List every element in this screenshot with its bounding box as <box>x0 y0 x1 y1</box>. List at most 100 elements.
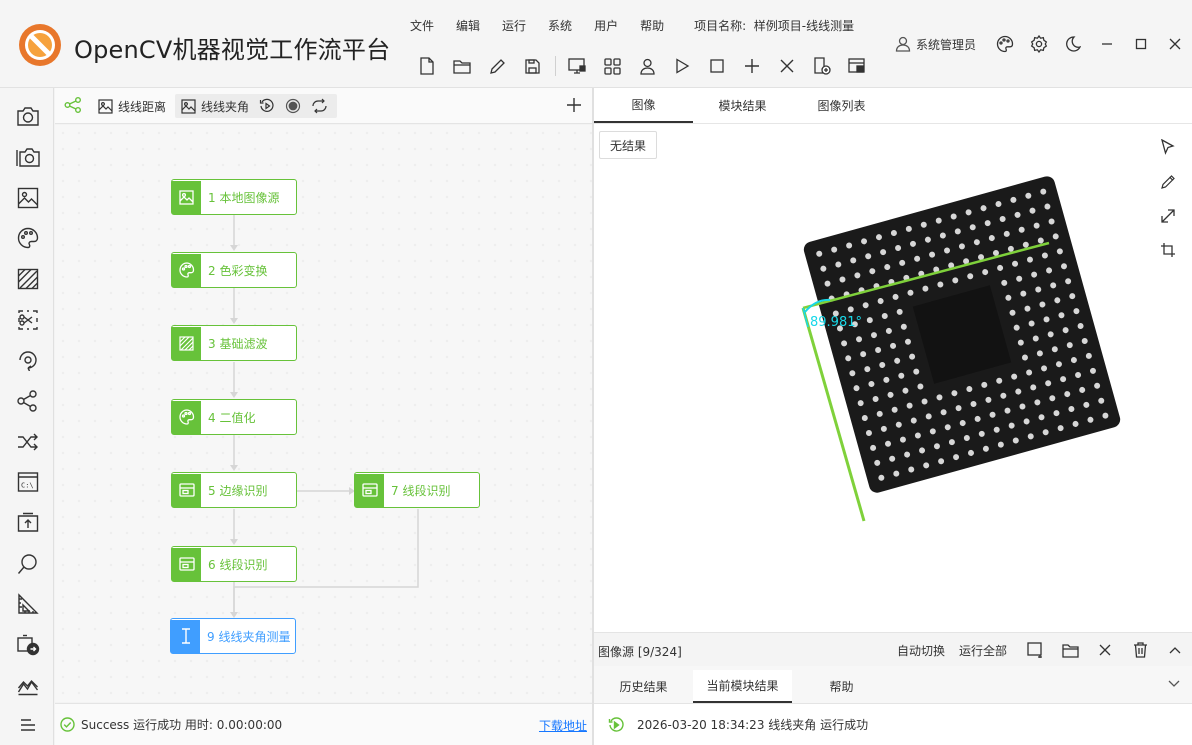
edit-icon[interactable] <box>484 53 510 79</box>
window-controls: 系统管理员 <box>895 28 1192 60</box>
flow-canvas[interactable]: 1 本地图像源 2 色彩变换 3 基础滤波 4 二值化 5 边缘识别 7 线段识… <box>55 125 593 702</box>
user-menu[interactable]: 系统管理员 <box>895 36 976 53</box>
stop-icon[interactable] <box>704 53 730 79</box>
play-icon[interactable] <box>669 53 695 79</box>
menu-run[interactable]: 运行 <box>502 17 526 34</box>
flow-node-4[interactable]: 4 二值化 <box>171 399 297 435</box>
crop-select-icon[interactable] <box>14 306 42 334</box>
tab-image[interactable]: 图像 <box>594 88 693 123</box>
palette-icon <box>172 253 201 287</box>
main-toolbar <box>414 53 878 79</box>
filter-icon[interactable] <box>14 265 42 293</box>
upload-screen-icon[interactable] <box>14 509 42 537</box>
image-actions: 自动切换 运行全部 <box>897 638 1186 662</box>
graph-nodes-icon[interactable] <box>14 387 42 415</box>
flow-node-2[interactable]: 2 色彩变换 <box>171 252 297 288</box>
menu-help[interactable]: 帮助 <box>640 17 664 34</box>
open-folder-icon[interactable] <box>1059 639 1081 661</box>
monitor-icon[interactable] <box>564 53 590 79</box>
maximize-icon[interactable] <box>1124 29 1158 59</box>
menu-edit[interactable]: 编辑 <box>456 17 480 34</box>
flow-node-7[interactable]: 7 线段识别 <box>354 472 480 508</box>
flow-statusbar: Success 运行成功 用时: 0.00:00:00 下载地址 <box>55 703 593 745</box>
menu-file[interactable]: 文件 <box>410 17 434 34</box>
flow-node-1[interactable]: 1 本地图像源 <box>171 179 297 215</box>
terminal-icon[interactable]: C:\ <box>14 468 42 496</box>
menu-icon[interactable] <box>14 711 42 739</box>
user-name: 系统管理员 <box>915 37 976 52</box>
auto-switch-button[interactable]: 自动切换 <box>897 642 945 659</box>
image-tabbar: 图像 模块结果 图像列表 <box>594 88 1192 124</box>
shuffle-icon[interactable] <box>14 428 42 456</box>
app-title: OpenCV机器视觉工作流平台 <box>74 36 391 64</box>
chevron-down-icon[interactable] <box>1168 680 1180 688</box>
tab-line-distance[interactable]: 线线距离 <box>95 94 169 118</box>
trash-icon[interactable] <box>1129 639 1151 661</box>
menu-bar: 文件 编辑 运行 系统 用户 帮助 项目名称: 样例项目-线线测量 <box>410 14 854 36</box>
measure-icon <box>171 619 200 653</box>
tab-history-results[interactable]: 历史结果 <box>594 670 693 703</box>
title-bar: OpenCV机器视觉工作流平台 文件 编辑 运行 系统 用户 帮助 项目名称: … <box>0 0 1192 88</box>
add-icon[interactable] <box>739 53 765 79</box>
close-window-icon[interactable] <box>1158 29 1192 59</box>
pen-icon[interactable] <box>1156 170 1180 194</box>
project-name-label: 项目名称: 样例项目-线线测量 <box>694 17 854 34</box>
tab-image-list[interactable]: 图像列表 <box>792 88 891 123</box>
success-check-icon <box>60 717 75 732</box>
add-flow-tab-icon[interactable] <box>567 98 581 112</box>
new-file-icon[interactable] <box>414 53 440 79</box>
flow-node-label: 9 线线夹角测量 <box>207 629 291 644</box>
flow-node-label: 6 线段识别 <box>208 557 268 572</box>
flow-node-6[interactable]: 6 线段识别 <box>171 546 297 582</box>
grid-icon[interactable] <box>599 53 625 79</box>
image-icon[interactable] <box>14 184 42 212</box>
remove-icon[interactable] <box>1094 639 1116 661</box>
collapse-up-icon[interactable] <box>1164 639 1186 661</box>
night-mode-icon[interactable] <box>1056 29 1090 59</box>
project-name: 样例项目-线线测量 <box>753 18 855 33</box>
detector-icon <box>172 547 201 581</box>
tab-module-result[interactable]: 模块结果 <box>693 88 792 123</box>
flow-node-label: 7 线段识别 <box>391 483 451 498</box>
tab-current-module-result[interactable]: 当前模块结果 <box>693 670 792 703</box>
flow-node-5[interactable]: 5 边缘识别 <box>171 472 297 508</box>
share-flow-icon[interactable] <box>64 97 82 113</box>
measure-ruler-icon[interactable] <box>14 590 42 618</box>
camera-icon[interactable] <box>14 102 42 130</box>
run-all-button[interactable]: 运行全部 <box>959 642 1007 659</box>
menu-system[interactable]: 系统 <box>548 17 572 34</box>
flow-node-9[interactable]: 9 线线夹角测量 <box>170 618 296 654</box>
device-export-icon[interactable] <box>14 631 42 659</box>
menu-user[interactable]: 用户 <box>594 17 618 34</box>
flow-node-3[interactable]: 3 基础滤波 <box>171 325 297 361</box>
image-viewer[interactable]: 无结果 89.981° <box>594 124 1192 632</box>
area-chart-icon[interactable] <box>14 672 42 700</box>
user-icon[interactable] <box>634 53 660 79</box>
search-icon[interactable] <box>14 550 42 578</box>
multi-camera-icon[interactable] <box>14 143 42 171</box>
record-icon[interactable] <box>285 98 301 114</box>
image-icon <box>172 180 201 214</box>
crop-icon[interactable] <box>1156 238 1180 262</box>
theme-icon[interactable] <box>988 29 1022 59</box>
download-link[interactable]: 下载地址 <box>539 717 587 734</box>
close-icon[interactable] <box>774 53 800 79</box>
run-success-icon <box>608 716 624 733</box>
pointer-icon[interactable] <box>1156 135 1180 159</box>
export-icon[interactable] <box>809 53 835 79</box>
rotate-icon[interactable] <box>14 346 42 374</box>
settings-icon[interactable] <box>1022 29 1056 59</box>
resize-icon[interactable] <box>1156 204 1180 228</box>
rerun-icon[interactable] <box>259 98 275 114</box>
open-folder-icon[interactable] <box>449 53 475 79</box>
minimize-icon[interactable] <box>1090 29 1124 59</box>
tab-help[interactable]: 帮助 <box>792 670 891 703</box>
loop-icon[interactable] <box>311 98 328 114</box>
import-icon[interactable] <box>844 53 870 79</box>
flow-connectors <box>230 215 419 618</box>
save-icon[interactable] <box>519 53 545 79</box>
add-image-icon[interactable] <box>1024 639 1046 661</box>
palette-icon[interactable] <box>14 224 42 252</box>
tab-line-angle[interactable]: 线线夹角 <box>175 94 337 118</box>
image-statusbar: 图像源 [9/324] 自动切换 运行全部 <box>594 632 1192 666</box>
